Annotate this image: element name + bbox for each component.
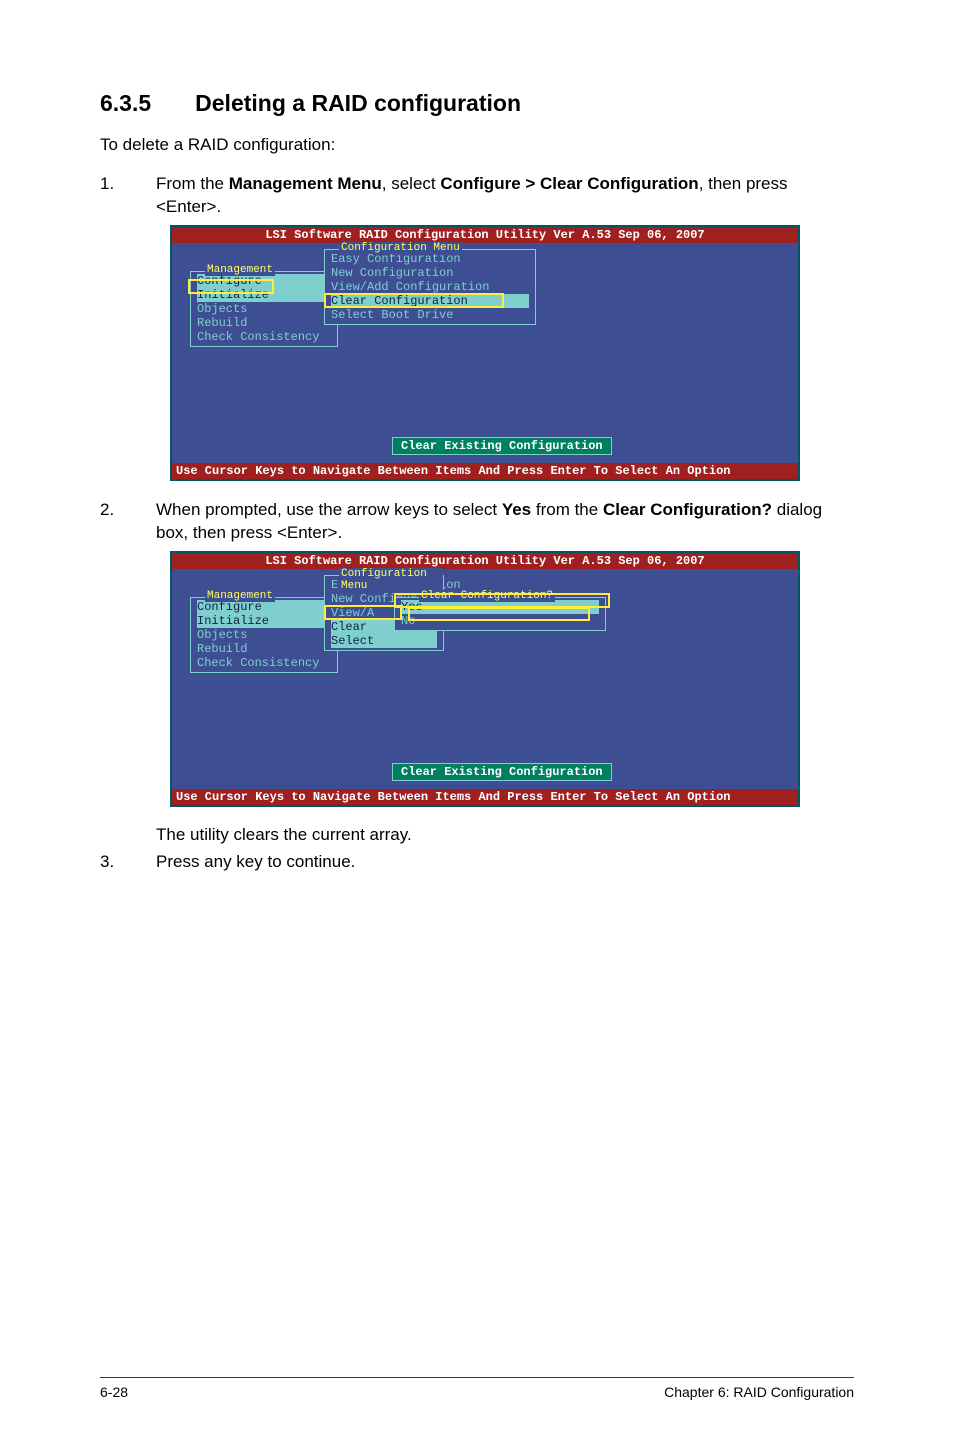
screenshot-2: LSI Software RAID Configuration Utility … [170,551,800,807]
s1-pre: From the [156,174,229,193]
footer-left: 6-28 [100,1384,128,1400]
cfg-selectboot[interactable]: Select Boot Drive [331,308,529,322]
mgmt-item-objects[interactable]: Objects [197,302,331,316]
section-number: 6.3.5 [100,90,151,117]
step-3-body: Press any key to continue. [156,851,854,874]
step-1-num: 1. [100,173,156,219]
s1-mid: , select [382,174,441,193]
mgmt-item-initialize-2[interactable]: Initialize [197,614,331,628]
configuration-menu-title-2: Configuration Menu [339,568,443,592]
utility-clears-text: The utility clears the current array. [156,825,854,845]
section-heading: 6.3.5 Deleting a RAID configuration [100,90,854,117]
mgmt-item-rebuild-2[interactable]: Rebuild [197,642,331,656]
step-2-num: 2. [100,499,156,545]
configuration-menu: Configuration Menu Easy Configuration Ne… [324,249,536,325]
step-1-body: From the Management Menu, select Configu… [156,173,854,219]
section-title: Deleting a RAID configuration [195,90,521,116]
s1-b2: Configure > Clear Configuration [440,174,698,193]
ss1-titlebar: LSI Software RAID Configuration Utility … [172,227,798,243]
ss2-bottombar: Use Cursor Keys to Navigate Between Item… [172,789,798,805]
management-menu-2: Management Configure Initialize Objects … [190,597,338,673]
mgmt-item-objects-2[interactable]: Objects [197,628,331,642]
ss2-titlebar: LSI Software RAID Configuration Utility … [172,553,798,569]
configuration-menu-title: Configuration Menu [339,242,462,254]
step-3-num: 3. [100,851,156,874]
cfg-select-2[interactable]: Select [331,634,437,648]
s2-mid: from the [531,500,603,519]
ss2-content: Management Configure Initialize Objects … [172,569,798,789]
mgmt-item-check-2[interactable]: Check Consistency [197,656,331,670]
mgmt-item-configure[interactable]: Configure [197,274,331,288]
dialog-yes[interactable]: Yes [401,600,599,614]
management-menu-title-2: Management [205,590,275,602]
dialog-no[interactable]: No [401,614,599,628]
status-box: Clear Existing Configuration [392,437,612,455]
cfg-viewadd[interactable]: View/Add Configuration [331,280,529,294]
step-2-body: When prompted, use the arrow keys to sel… [156,499,854,545]
step-2: 2. When prompted, use the arrow keys to … [100,499,854,545]
s2-b1: Yes [502,500,531,519]
s1-b1: Management Menu [229,174,382,193]
management-menu: Management Configure Initialize Objects … [190,271,338,347]
mgmt-item-rebuild[interactable]: Rebuild [197,316,331,330]
page-footer: 6-28 Chapter 6: RAID Configuration [100,1377,854,1400]
ss1-bottombar: Use Cursor Keys to Navigate Between Item… [172,463,798,479]
s2-b2: Clear Configuration? [603,500,772,519]
status-box-2: Clear Existing Configuration [392,763,612,781]
ss1-content: Management Configure Initialize Objects … [172,243,798,463]
clear-configuration-dialog: Clear Configuration? Yes No [394,597,606,631]
s2-pre: When prompted, use the arrow keys to sel… [156,500,502,519]
mgmt-item-initialize[interactable]: Initialize [197,288,331,302]
cfg-easy[interactable]: Easy Configuration [331,252,529,266]
clear-configuration-dialog-title: Clear Configuration? [419,590,555,602]
footer-right: Chapter 6: RAID Configuration [664,1384,854,1400]
mgmt-item-configure-2[interactable]: Configure [197,600,331,614]
cfg-clear[interactable]: Clear Configuration [331,294,529,308]
intro-text: To delete a RAID configuration: [100,135,854,155]
step-3: 3. Press any key to continue. [100,851,854,874]
cfg-new[interactable]: New Configuration [331,266,529,280]
step-1: 1. From the Management Menu, select Conf… [100,173,854,219]
management-menu-title: Management [205,264,275,276]
screenshot-1: LSI Software RAID Configuration Utility … [170,225,800,481]
mgmt-item-check[interactable]: Check Consistency [197,330,331,344]
